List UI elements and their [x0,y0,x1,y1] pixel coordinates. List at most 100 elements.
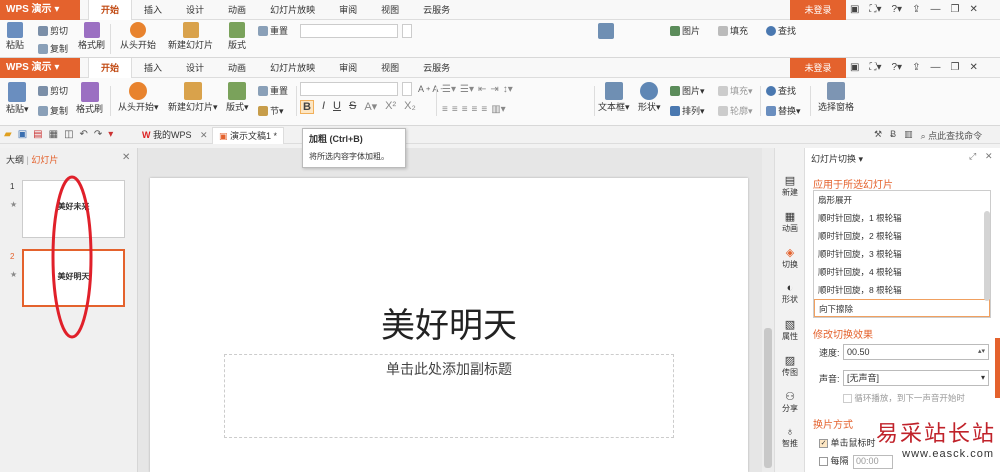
replace-button[interactable]: 替换▾ [766,104,801,117]
copy-button[interactable]: 复制 [38,42,68,55]
layout-group[interactable]: 版式 [228,22,246,51]
tab-home[interactable]: 开始 [88,0,133,20]
underline-button[interactable]: U [333,100,341,114]
scroll-thumb[interactable] [764,328,772,468]
restore-icon-2[interactable]: ❐ [950,58,959,78]
reset-button[interactable]: 重置 [258,24,288,37]
tab-animation[interactable]: 动画 [216,0,258,20]
picture-button-top[interactable]: 图片 [670,24,700,37]
shirt-icon[interactable]: ⛶▾ [869,0,881,20]
skin-icon-2[interactable]: ▣ [850,58,859,78]
tab-insert[interactable]: 插入 [132,0,174,20]
help-icon-2[interactable]: ?▾ [891,58,902,78]
font-color-button[interactable]: A▾ [364,100,377,114]
justify-icon[interactable]: ≡ [472,104,478,115]
tab-slideshow-2[interactable]: 幻灯片放映 [258,58,327,78]
tab-home-2[interactable]: 开始 [88,58,133,78]
transition-item[interactable]: 顺时针回旋，4 根轮辐 [814,263,990,281]
side-shape-button[interactable]: ◐ 形状 [775,282,805,305]
minimize-icon-2[interactable]: — [930,58,940,78]
login-button-2[interactable]: 未登录 [790,58,846,78]
transition-item[interactable]: 顺时针回旋，2 根轮辐 [814,227,990,245]
line-spacing-icon[interactable]: ↕▾ [503,84,513,95]
sound-select[interactable]: [无声音] ▾ [843,370,989,386]
transition-item[interactable]: 顺时针回旋，8 根轮辐 [814,281,990,299]
indent-icon[interactable]: ⇤ [478,84,486,95]
columns-icon[interactable]: ▥▾ [491,104,505,115]
transition-item[interactable]: 顺时针回旋，3 根轮辐 [814,245,990,263]
font-name-select[interactable] [300,24,398,38]
subtitle-placeholder[interactable]: 单击此处添加副标题 [224,354,674,438]
paste-button[interactable]: 粘贴▾ [6,82,29,115]
panel-header[interactable]: 幻灯片切换 ▾ [811,152,863,165]
tab-view[interactable]: 视图 [369,0,411,20]
align-center-icon[interactable]: ≡ [452,104,458,115]
doc-tab-presentation[interactable]: ▣ 演示文稿1 * [212,127,285,144]
side-properties-button[interactable]: ▧ 属性 [775,318,805,342]
from-start-group[interactable]: 从头开始 [120,22,156,51]
loop-checkbox[interactable] [843,394,852,404]
app-menu-button-2[interactable]: WPS 演示 ▾ [0,58,80,78]
minimize-icon[interactable]: — [930,0,940,20]
side-animation-button[interactable]: ▦ 动画 [775,210,805,234]
strike-button[interactable]: S [349,100,356,114]
search-box[interactable]: ⌕ 点此查找命令 [921,129,983,142]
align-left-icon[interactable]: ≡ [442,104,448,115]
side-recommend-button[interactable]: ♁ 智推 [775,426,805,449]
save-icon[interactable]: ▣ [18,129,27,140]
tab-cloud[interactable]: 云服务 [411,0,462,20]
italic-button[interactable]: I [322,100,325,114]
slide-editor[interactable]: 美好明天 单击此处添加副标题 [150,178,748,472]
list-scrollbar[interactable] [984,211,990,301]
outline-button[interactable]: 轮廓▾ [718,104,753,117]
bullets-icon[interactable]: ☰▾ [442,84,456,95]
format-brush-button[interactable]: 格式刷 [76,82,103,115]
picture-button[interactable]: 图片▾ [670,84,705,97]
font-name-select-2[interactable] [300,82,398,96]
undo-icon[interactable]: ↶ [80,129,88,140]
arrange-button[interactable]: 排列▾ [670,104,705,117]
side-upload-button[interactable]: ▨ 传图 [775,354,805,378]
transition-item[interactable]: 顺时针回旋，1 根轮辐 [814,209,990,227]
pane-close-icon[interactable]: ✕ [122,152,130,163]
format-brush-group[interactable]: 格式刷 [78,22,105,51]
spinner-icon[interactable]: ▴▾ [978,345,985,359]
open-icon[interactable]: ▰ [4,129,12,140]
numbering-icon[interactable]: ☰▾ [460,84,474,95]
textbox-button[interactable]: 文本框▾ [598,82,630,113]
tab-view-2[interactable]: 视图 [369,58,411,78]
reset-button-2[interactable]: 重置 [258,84,288,97]
redo-icon[interactable]: ↷ [94,129,102,140]
copy-button-2[interactable]: 复制 [38,104,68,117]
align-right-icon[interactable]: ≡ [462,104,468,115]
new-slide-group[interactable]: 新建幻灯片 [168,22,213,51]
fill-button-top[interactable]: 填充 [718,24,748,37]
new-slide-button[interactable]: 新建幻灯片▾ [168,82,218,113]
shirt-icon-2[interactable]: ⛶▾ [869,58,881,78]
tools-icon[interactable]: ⚒ [874,129,882,142]
bold-button[interactable]: B [300,100,314,114]
shape-button[interactable]: 形状▾ [638,82,661,113]
pin-icon-2[interactable]: ⇪ [912,58,920,78]
tab-close-icon[interactable]: ✕ [200,130,208,140]
cut-button-2[interactable]: 剪切 [38,84,68,97]
tab-review-2[interactable]: 审阅 [327,58,369,78]
customize-icon[interactable]: ▾ [108,129,113,140]
preview-icon[interactable]: ◫ [64,129,73,140]
tab-outline[interactable]: 大纲 [6,155,24,165]
section-button[interactable]: 节▾ [258,104,284,117]
loop-option[interactable]: 循环播放，到下一声音开始时 [843,392,965,404]
tab-slideshow[interactable]: 幻灯片放映 [258,0,327,20]
side-new-button[interactable]: ▤ 新建 [775,174,805,198]
help-icon[interactable]: ?▾ [891,0,902,20]
tab-cloud-2[interactable]: 云服务 [411,58,462,78]
select-pane-button[interactable]: 选择窗格 [818,82,854,113]
transition-item-selected[interactable]: 向下擦除 [814,299,990,317]
b-icon[interactable]: Ƀ [890,129,896,142]
login-button[interactable]: 未登录 [790,0,846,20]
doc-tab-mywps[interactable]: W 我的WPS ✕ [136,127,214,144]
app-menu-button[interactable]: WPS 演示 ▾ [0,0,80,20]
layout-button[interactable]: 版式▾ [226,82,249,113]
from-start-button[interactable]: 从头开始▾ [118,82,159,113]
font-size-select[interactable] [402,24,412,38]
